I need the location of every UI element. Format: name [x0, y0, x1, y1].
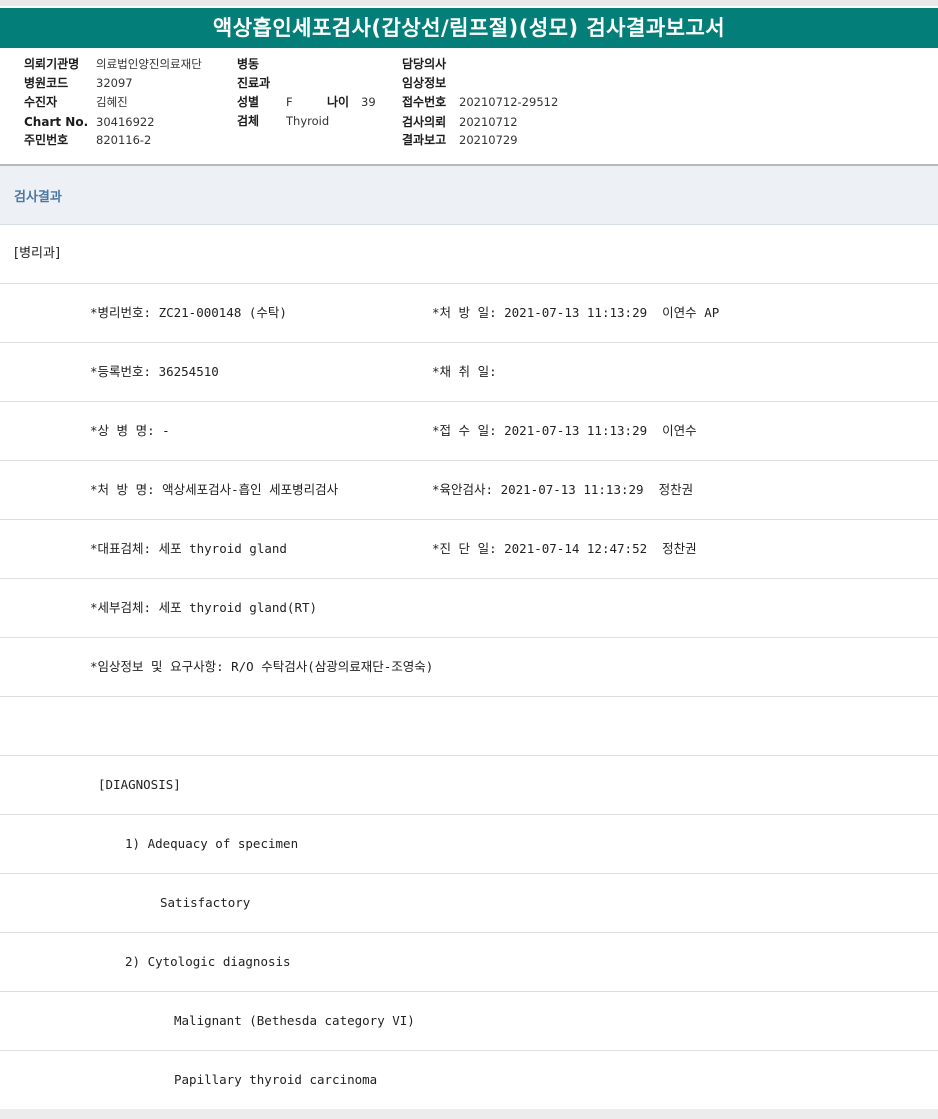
result-line: *대표검체: 세포 thyroid gland *진 단 일: 2021-07-…	[0, 520, 938, 579]
hospital-code-label: 병원코드	[24, 76, 69, 90]
sex-value: F	[286, 95, 293, 109]
chart-no-label: Chart No.	[24, 115, 89, 129]
receipt-no-label: 접수번호	[402, 95, 447, 109]
detail-specimen: *세부검체: 세포 thyroid gland(RT)	[90, 600, 318, 615]
result-line: *임상정보 및 요구사항: R/O 수탁검사(삼광의료재단-조영숙)	[0, 638, 938, 697]
specimen-label: 검체	[237, 114, 260, 128]
results-section-title: 검사결과	[14, 190, 62, 205]
collection-date: *채 취 일:	[432, 364, 497, 379]
prescription-name: *처 방 명: 액상세포검사-흡인 세포병리검사	[90, 482, 339, 497]
institution-value: 의료법인양진의료재단	[96, 57, 202, 71]
result-line: *병리번호: ZC21-000148 (수탁) *처 방 일: 2021-07-…	[0, 284, 938, 343]
adequacy-value: Satisfactory	[160, 895, 251, 910]
department-row: [병리과]	[0, 225, 938, 284]
examinee-label: 수진자	[24, 95, 58, 109]
diagnosis-date: *진 단 일: 2021-07-14 12:47:52 정찬권	[432, 541, 697, 556]
disease-name: *상 병 명: -	[90, 423, 170, 438]
result-line: *등록번호: 36254510 *채 취 일:	[0, 343, 938, 402]
results-section-header: 검사결과	[0, 166, 938, 225]
result-line: *처 방 명: 액상세포검사-흡인 세포병리검사 *육안검사: 2021-07-…	[0, 461, 938, 520]
clinical-info-label: 임상정보	[402, 76, 447, 90]
request-date-label: 검사의뢰	[402, 115, 447, 129]
examinee-value: 김혜진	[96, 95, 128, 109]
blank-row	[0, 697, 938, 756]
cytologic-heading: 2) Cytologic diagnosis	[125, 954, 291, 969]
diagnosis-row: 2) Cytologic diagnosis	[0, 933, 938, 992]
department-label: [병리과]	[14, 246, 61, 261]
cytologic-value-2: Papillary thyroid carcinoma	[174, 1072, 378, 1087]
report-date-value: 20210729	[459, 133, 518, 147]
report-date-label: 결과보고	[402, 133, 447, 147]
diagnosis-row: Malignant (Bethesda category VI)	[0, 992, 938, 1051]
age-value: 39	[361, 95, 376, 109]
resident-no-value: 820116-2	[96, 133, 152, 147]
result-line: *상 병 명: - *접 수 일: 2021-07-13 11:13:29 이연…	[0, 402, 938, 461]
request-date-value: 20210712	[459, 115, 518, 129]
patient-info-panel: 의뢰기관명 의료법인양진의료재단 병원코드 32097 수진자 김혜진 Char…	[0, 48, 938, 166]
results-body: [병리과] *병리번호: ZC21-000148 (수탁) *처 방 일: 20…	[0, 225, 938, 1110]
dept-label: 진료과	[237, 76, 271, 90]
adequacy-heading: 1) Adequacy of specimen	[125, 836, 299, 851]
representative-specimen: *대표검체: 세포 thyroid gland	[90, 541, 287, 556]
diagnosis-row: 1) Adequacy of specimen	[0, 815, 938, 874]
diagnosis-header: [DIAGNOSIS]	[98, 777, 181, 792]
institution-label: 의뢰기관명	[24, 57, 80, 71]
top-strip	[0, 0, 938, 6]
chart-no-value: 30416922	[96, 115, 155, 129]
diagnosis-row: Papillary thyroid carcinoma	[0, 1051, 938, 1110]
hospital-code-value: 32097	[96, 76, 133, 90]
resident-no-label: 주민번호	[24, 133, 69, 147]
result-line: *세부검체: 세포 thyroid gland(RT)	[0, 579, 938, 638]
cytologic-value-1: Malignant (Bethesda category VI)	[174, 1013, 415, 1028]
bottom-strip	[0, 1109, 938, 1119]
registration-no: *등록번호: 36254510	[90, 364, 219, 379]
sex-label: 성별	[237, 95, 260, 109]
age-label: 나이	[327, 95, 350, 109]
prescription-date: *처 방 일: 2021-07-13 11:13:29 이연수 AP	[432, 305, 720, 320]
doctor-label: 담당의사	[402, 57, 447, 71]
receipt-no-value: 20210712-29512	[459, 95, 559, 109]
diagnosis-row: Satisfactory	[0, 874, 938, 933]
receipt-date: *접 수 일: 2021-07-13 11:13:29 이연수	[432, 423, 697, 438]
report-title: 액상흡인세포검사(갑상선/림프절)(성모) 검사결과보고서	[0, 8, 938, 48]
diagnosis-header-row: [DIAGNOSIS]	[0, 756, 938, 815]
clinical-request: *임상정보 및 요구사항: R/O 수탁검사(삼광의료재단-조영숙)	[90, 659, 434, 674]
pathology-no: *병리번호: ZC21-000148 (수탁)	[90, 305, 287, 320]
gross-exam-date: *육안검사: 2021-07-13 11:13:29 정찬권	[432, 482, 694, 497]
ward-label: 병동	[237, 57, 260, 71]
specimen-value: Thyroid	[286, 114, 330, 128]
